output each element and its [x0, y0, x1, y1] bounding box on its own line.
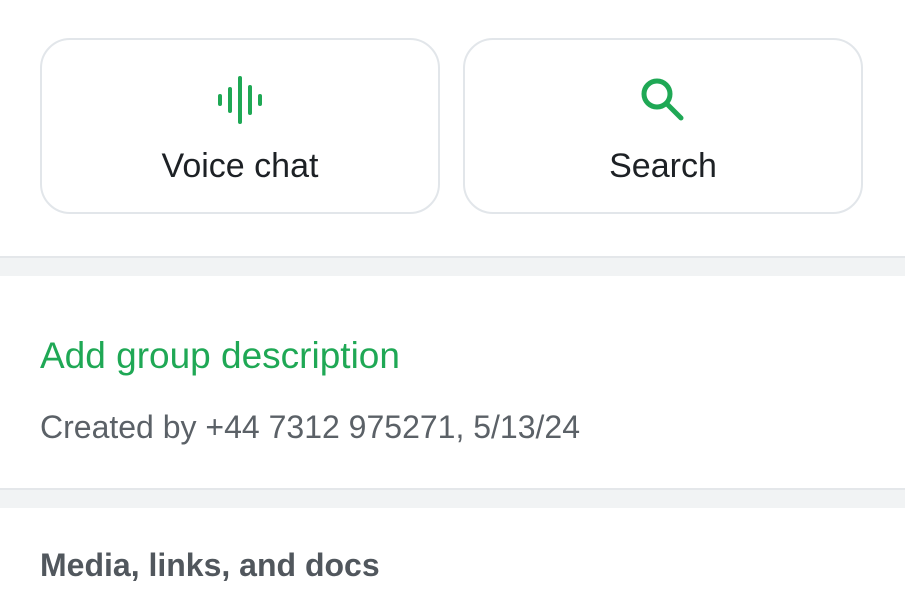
search-label: Search — [609, 147, 717, 185]
group-action-row: Voice chat Search — [0, 0, 905, 256]
section-separator — [0, 488, 905, 508]
group-description-section: Add group description Created by +44 731… — [0, 276, 905, 488]
search-button[interactable]: Search — [463, 38, 863, 214]
section-separator — [0, 256, 905, 276]
add-group-description-link[interactable]: Add group description — [40, 332, 400, 380]
media-links-docs-section[interactable]: Media, links, and docs — [0, 508, 905, 613]
voice-chat-icon — [214, 74, 266, 126]
voice-chat-button[interactable]: Voice chat — [40, 38, 440, 214]
group-created-info: Created by +44 7312 975271, 5/13/24 — [40, 409, 580, 445]
media-links-docs-title: Media, links, and docs — [40, 547, 380, 583]
voice-chat-label: Voice chat — [161, 147, 319, 185]
search-icon — [637, 74, 689, 126]
